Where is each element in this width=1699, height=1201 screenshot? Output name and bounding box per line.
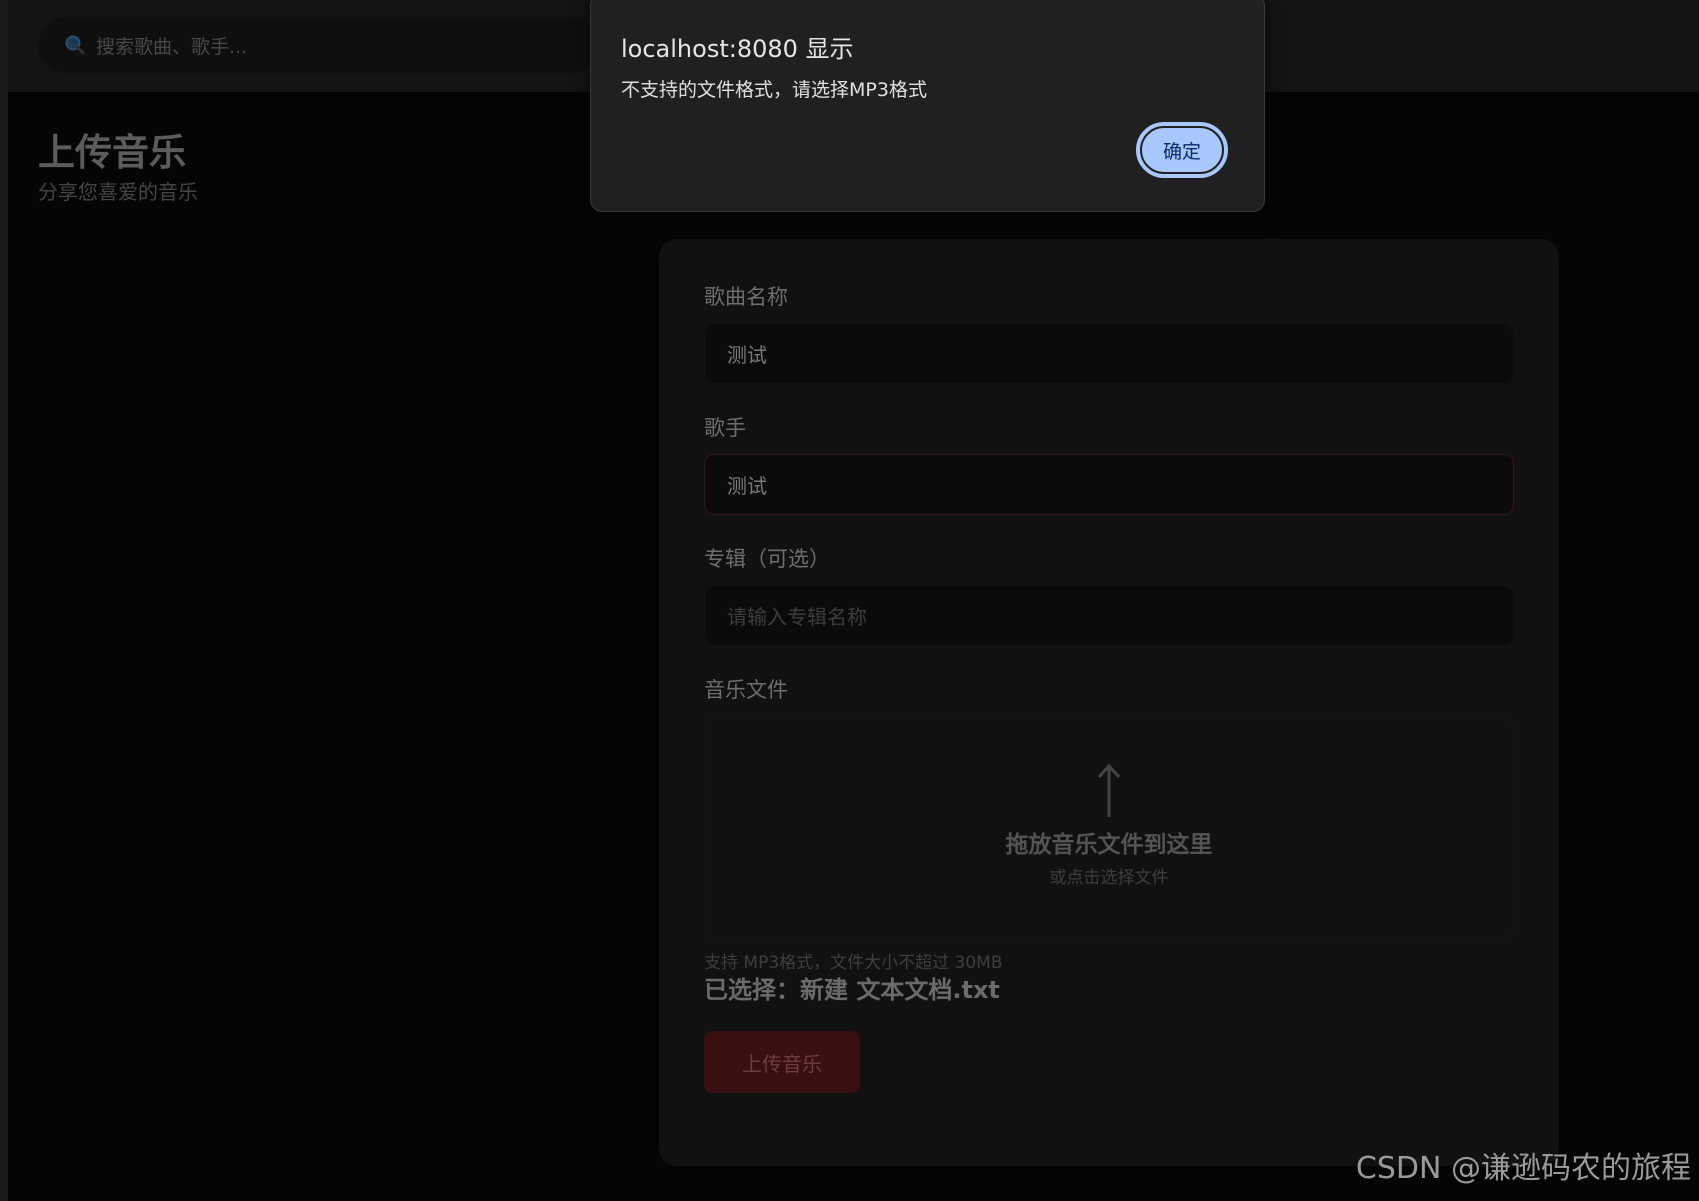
- artist-label: 歌手: [704, 416, 746, 440]
- song-name-input[interactable]: 测试: [704, 323, 1514, 384]
- search-icon: [64, 34, 86, 56]
- album-label: 专辑（可选）: [704, 547, 830, 571]
- page-subtitle: 分享您喜爱的音乐: [38, 180, 198, 204]
- selected-file-name: 新建 文本文档.txt: [800, 976, 1000, 1004]
- selected-file-label: 已选择：: [704, 976, 800, 1004]
- music-file-label: 音乐文件: [704, 678, 788, 702]
- song-name-label: 歌曲名称: [704, 285, 788, 309]
- dialog-title: localhost:8080 显示: [621, 35, 854, 63]
- dialog-message: 不支持的文件格式，请选择MP3格式: [621, 79, 927, 101]
- dialog-ok-button[interactable]: 确定: [1136, 122, 1228, 178]
- album-input[interactable]: 请输入专辑名称: [704, 585, 1514, 646]
- sidebar-edge: [0, 0, 8, 1201]
- search-bar[interactable]: 搜索歌曲、歌手...: [38, 17, 598, 73]
- dropzone-title: 拖放音乐文件到这里: [1005, 832, 1213, 858]
- page-title: 上传音乐: [38, 131, 186, 174]
- upload-arrow-icon: [1095, 763, 1123, 823]
- upload-button[interactable]: 上传音乐: [704, 1031, 860, 1093]
- watermark: CSDN @谦逊码农的旅程: [1355, 1151, 1691, 1186]
- upload-form: 歌曲名称 测试 歌手 测试 专辑（可选） 请输入专辑名称 音乐文件 拖放音乐文件…: [659, 239, 1559, 1166]
- selected-file: 已选择：新建 文本文档.txt: [704, 970, 1000, 1005]
- alert-dialog: localhost:8080 显示 不支持的文件格式，请选择MP3格式 确定: [590, 0, 1265, 212]
- dropzone-subtitle: 或点击选择文件: [1049, 868, 1169, 888]
- search-input[interactable]: 搜索歌曲、歌手...: [96, 32, 247, 59]
- artist-input[interactable]: 测试: [704, 454, 1514, 515]
- file-dropzone[interactable]: 拖放音乐文件到这里 或点击选择文件: [704, 717, 1514, 942]
